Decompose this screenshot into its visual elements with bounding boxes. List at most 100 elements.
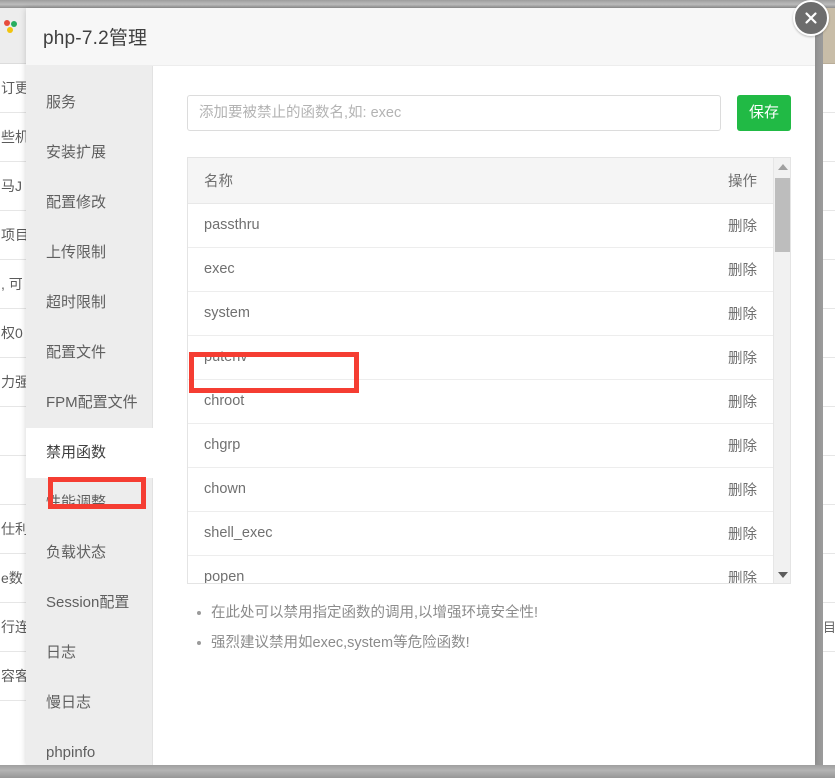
background-right-row <box>823 162 835 211</box>
notes-list: 在此处可以禁用指定函数的调用,以增强环境安全性! 强烈建议禁用如exec,sys… <box>187 598 791 658</box>
sidebar-item-session-config[interactable]: Session配置 <box>26 578 152 628</box>
sidebar-item-config-modify[interactable]: 配置修改 <box>26 178 152 228</box>
background-right-row <box>823 211 835 260</box>
background-left-row: 力强 <box>0 358 26 407</box>
table-row: shell_exec 删除 <box>188 511 773 556</box>
background-right-row <box>823 505 835 554</box>
sidebar-item-slow-log[interactable]: 慢日志 <box>26 678 152 728</box>
table-row: chroot 删除 <box>188 379 773 424</box>
cell-function-name: system <box>188 291 653 336</box>
sidebar-item-service[interactable]: 服务 <box>26 78 152 128</box>
dialog-body: 服务 安装扩展 配置修改 上传限制 超时限制 配置文件 FPM配置文件 禁用函数… <box>26 66 815 765</box>
table-row-system: system 删除 <box>188 291 773 336</box>
function-name-input[interactable] <box>187 95 721 131</box>
column-header-name: 名称 <box>188 158 653 204</box>
delete-link[interactable]: 删除 <box>728 307 757 323</box>
cell-function-name: chgrp <box>188 423 653 468</box>
sidebar-item-log[interactable]: 日志 <box>26 628 152 678</box>
background-bottom-strip <box>0 765 835 778</box>
table-row: popen 删除 <box>188 555 773 583</box>
close-icon[interactable] <box>793 0 829 36</box>
cell-operation: 删除 <box>653 291 773 336</box>
php-management-dialog: php-7.2管理 服务 安装扩展 配置修改 上传限制 超时限制 配置文件 FP… <box>26 0 829 765</box>
background-left-row: 行连 <box>0 603 26 652</box>
sidebar-item-install-extension[interactable]: 安装扩展 <box>26 128 152 178</box>
page-root: 订更 些机 马J 项目 , 可 权0 力强 仕利 e数 行连 容客 目 <box>0 0 835 778</box>
scrollbar-thumb[interactable] <box>775 178 790 252</box>
background-right-row: 目 <box>823 603 835 652</box>
cell-operation: 删除 <box>653 247 773 292</box>
table-scrollbar[interactable] <box>773 158 790 583</box>
delete-link[interactable]: 删除 <box>728 395 757 411</box>
cell-operation: 删除 <box>653 423 773 468</box>
chevron-down-icon[interactable] <box>774 566 790 583</box>
cell-function-name: chown <box>188 467 653 512</box>
close-glyph <box>805 12 817 24</box>
cell-operation: 删除 <box>653 467 773 512</box>
background-right-row <box>823 554 835 603</box>
background-left-row: 项目 <box>0 211 26 260</box>
background-right-row <box>823 64 835 113</box>
sidebar-item-load-status[interactable]: 负载状态 <box>26 528 152 578</box>
background-top-strip <box>0 0 835 8</box>
cell-operation: 删除 <box>653 335 773 380</box>
app-logo-icon <box>4 20 17 33</box>
sidebar-item-disabled-functions[interactable]: 禁用函数 <box>26 428 153 478</box>
cell-operation: 删除 <box>653 203 773 248</box>
sidebar-item-upload-limit[interactable]: 上传限制 <box>26 228 152 278</box>
background-right-row <box>823 260 835 309</box>
cell-function-name: shell_exec <box>188 511 653 556</box>
delete-link[interactable]: 删除 <box>728 439 757 455</box>
disabled-functions-table: 名称 操作 passthru 删除 exec 删除 system 删除 pute… <box>188 158 773 583</box>
sidebar-item-fpm-config-file[interactable]: FPM配置文件 <box>26 378 152 428</box>
sidebar-item-performance-tuning[interactable]: 性能调整 <box>26 478 152 528</box>
save-button[interactable]: 保存 <box>737 95 791 131</box>
chevron-up-icon[interactable] <box>774 158 790 175</box>
table-scroll-area: 名称 操作 passthru 删除 exec 删除 system 删除 pute… <box>188 158 773 583</box>
table-row: exec 删除 <box>188 247 773 292</box>
table-head: 名称 操作 <box>188 158 773 204</box>
disabled-functions-table-wrapper: 名称 操作 passthru 删除 exec 删除 system 删除 pute… <box>187 157 791 584</box>
note-item: 强烈建议禁用如exec,system等危险函数! <box>197 628 791 658</box>
table-row: chgrp 删除 <box>188 423 773 468</box>
dialog-header: php-7.2管理 <box>26 8 815 66</box>
background-left-row: , 可 <box>0 260 26 309</box>
cell-function-name: passthru <box>188 203 653 248</box>
add-function-form: 保存 <box>187 95 791 131</box>
delete-link[interactable]: 删除 <box>728 571 757 584</box>
sidebar-item-config-file[interactable]: 配置文件 <box>26 328 152 378</box>
cell-function-name: chroot <box>188 379 653 424</box>
background-left-column: 订更 些机 马J 项目 , 可 权0 力强 仕利 e数 行连 容客 <box>0 8 26 765</box>
background-right-row <box>823 407 835 456</box>
cell-function-name: putenv <box>188 335 653 380</box>
table-row: passthru 删除 <box>188 203 773 248</box>
background-right-row <box>823 456 835 505</box>
main-panel: 保存 名称 操作 <box>153 66 815 765</box>
background-right-row <box>823 309 835 358</box>
background-left-row: e数 <box>0 554 26 603</box>
background-left-row: 容客 <box>0 652 26 701</box>
background-left-row <box>0 456 26 505</box>
background-left-row <box>0 407 26 456</box>
background-right-row <box>823 113 835 162</box>
cell-operation: 删除 <box>653 379 773 424</box>
page-title: php-7.2管理 <box>43 28 148 49</box>
background-left-row <box>0 8 26 64</box>
cell-function-name: popen <box>188 555 653 583</box>
background-right-column: 目 <box>823 8 835 765</box>
delete-link[interactable]: 删除 <box>728 263 757 279</box>
delete-link[interactable]: 删除 <box>728 527 757 543</box>
background-right-row <box>823 358 835 407</box>
note-item: 在此处可以禁用指定函数的调用,以增强环境安全性! <box>197 598 791 628</box>
background-left-row: 仕利 <box>0 505 26 554</box>
background-left-row: 些机 <box>0 113 26 162</box>
delete-link[interactable]: 删除 <box>728 351 757 367</box>
delete-link[interactable]: 删除 <box>728 483 757 499</box>
sidebar-item-timeout-limit[interactable]: 超时限制 <box>26 278 152 328</box>
delete-link[interactable]: 删除 <box>728 219 757 235</box>
table-row: chown 删除 <box>188 467 773 512</box>
cell-operation: 删除 <box>653 511 773 556</box>
cell-function-name: exec <box>188 247 653 292</box>
background-left-row: 权0 <box>0 309 26 358</box>
background-left-row: 订更 <box>0 64 26 113</box>
